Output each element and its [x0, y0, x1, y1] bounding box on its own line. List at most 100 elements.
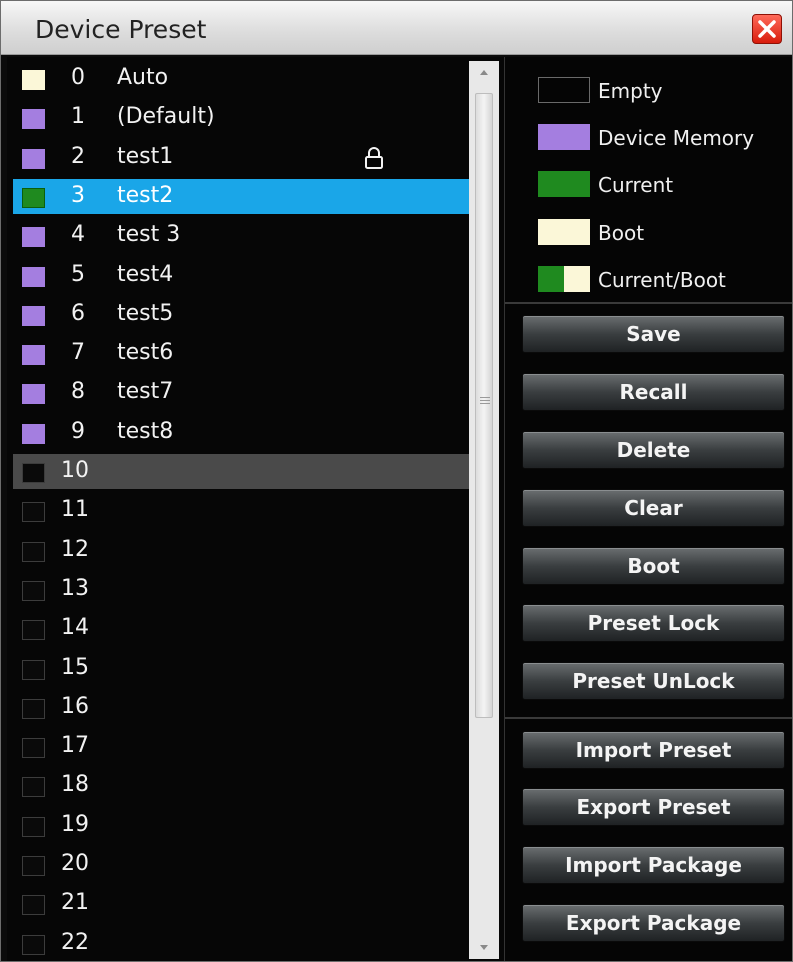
legend-swatch-current-boot [538, 266, 590, 292]
swatch-boot [22, 70, 45, 90]
legend-label: Current/Boot [598, 268, 726, 292]
swatch-device-memory [22, 109, 45, 130]
import-preset-button[interactable]: Import Preset [522, 731, 785, 769]
legend-label: Empty [598, 79, 663, 103]
preset-row[interactable]: 16 [13, 690, 472, 725]
save-button[interactable]: Save [522, 315, 785, 353]
arrow-up-icon [480, 70, 488, 75]
preset-row[interactable]: 6 test5 [13, 297, 472, 332]
swatch-empty [22, 856, 45, 876]
preset-row[interactable]: 11 [13, 493, 472, 528]
preset-row[interactable]: 22 [13, 926, 472, 961]
swatch-device-memory [22, 423, 45, 444]
swatch-empty [22, 738, 45, 759]
preset-number: 4 [71, 222, 85, 248]
preset-row[interactable]: 5 test4 [13, 258, 472, 293]
preset-name: test 3 [117, 222, 181, 248]
grip-line [480, 397, 490, 398]
preset-row[interactable]: 8 test7 [13, 375, 472, 410]
legend-swatch-device-memory [538, 124, 590, 150]
window-title: Device Preset [35, 15, 207, 44]
swatch-empty [22, 580, 45, 601]
preset-number: 18 [61, 772, 89, 798]
scroll-down-button[interactable] [469, 937, 499, 959]
swatch-device-memory [22, 305, 45, 326]
preset-number: 12 [61, 536, 89, 562]
swatch-device-memory [22, 227, 45, 248]
divider [505, 302, 792, 304]
preset-number: 20 [61, 851, 89, 876]
scroll-up-button[interactable] [469, 61, 499, 83]
legend-label: Boot [598, 221, 645, 245]
preset-row[interactable]: 2 test1 [13, 140, 472, 175]
preset-number: 10 [61, 458, 89, 483]
swatch-current [22, 187, 45, 208]
preset-number: 7 [71, 340, 85, 366]
preset-row[interactable]: 20 [13, 847, 472, 882]
preset-list[interactable]: 0 Auto 1 (Default) 2 test1 3 test2 4 test 3 5 test4… [7, 57, 504, 961]
preset-number: 19 [61, 811, 89, 837]
preset-row[interactable]: 3 test2 [13, 178, 472, 214]
preset-row[interactable]: 4 test 3 [13, 218, 472, 253]
preset-number: 15 [61, 654, 89, 680]
preset-name: test1 [117, 143, 174, 169]
title-bar: Device Preset [1, 1, 792, 55]
preset-number: 2 [71, 143, 85, 169]
swatch-device-memory [22, 148, 45, 169]
preset-row[interactable]: 14 [13, 611, 472, 646]
swatch-empty [22, 698, 45, 719]
preset-name: test7 [117, 379, 174, 405]
preset-row[interactable]: 12 [13, 533, 472, 568]
boot-button[interactable]: Boot [522, 547, 785, 585]
preset-number: 16 [61, 693, 89, 719]
preset-row[interactable]: 10 [13, 454, 472, 489]
clear-button[interactable]: Clear [522, 489, 785, 527]
grip-line [480, 400, 490, 401]
preset-row[interactable]: 15 [13, 651, 472, 686]
legend-swatch-current [538, 171, 590, 197]
preset-list-scrollbar[interactable] [469, 61, 499, 959]
device-preset-dialog: Device Preset 0 Auto 1 (Default) 2 test1 3 test… [0, 0, 793, 962]
preset-row[interactable]: 17 [13, 729, 472, 764]
preset-row[interactable]: 0 Auto [13, 61, 472, 96]
lock-icon [365, 146, 383, 169]
preset-number: 14 [61, 615, 89, 641]
preset-row[interactable]: 21 [13, 886, 472, 921]
swatch-empty [22, 541, 45, 562]
divider [505, 717, 792, 719]
export-package-button[interactable]: Export Package [522, 904, 785, 942]
preset-number: 5 [71, 261, 85, 287]
preset-unlock-button[interactable]: Preset UnLock [522, 662, 785, 700]
grip-line [480, 403, 490, 404]
preset-row[interactable]: 7 test6 [13, 336, 472, 371]
import-package-button[interactable]: Import Package [522, 846, 785, 884]
preset-number: 13 [61, 575, 89, 601]
preset-row[interactable]: 13 [13, 572, 472, 607]
close-icon [758, 20, 776, 38]
preset-name: Auto [117, 65, 169, 90]
swatch-empty [22, 620, 45, 641]
preset-name: test6 [117, 340, 174, 366]
close-button[interactable] [752, 14, 782, 44]
swatch-empty [22, 463, 45, 483]
preset-row[interactable]: 18 [13, 768, 472, 803]
preset-row[interactable]: 19 [13, 808, 472, 843]
preset-number: 1 [71, 104, 85, 130]
preset-number: 17 [61, 733, 89, 759]
preset-name: test5 [117, 300, 174, 326]
scroll-thumb[interactable] [475, 93, 493, 718]
swatch-empty [22, 816, 45, 837]
preset-number: 22 [61, 929, 89, 955]
preset-lock-button[interactable]: Preset Lock [522, 604, 785, 642]
delete-button[interactable]: Delete [522, 431, 785, 469]
export-preset-button[interactable]: Export Preset [522, 788, 785, 826]
swatch-device-memory [22, 266, 45, 287]
preset-name: test4 [117, 261, 174, 287]
legend-label: Current [598, 173, 674, 197]
preset-row[interactable]: 9 test8 [13, 415, 472, 450]
side-panel: Empty Device Memory Current Boot Current… [504, 57, 792, 961]
preset-row[interactable]: 1 (Default) [13, 100, 472, 135]
recall-button[interactable]: Recall [522, 373, 785, 411]
swatch-device-memory [22, 345, 45, 366]
preset-number: 9 [71, 418, 85, 444]
